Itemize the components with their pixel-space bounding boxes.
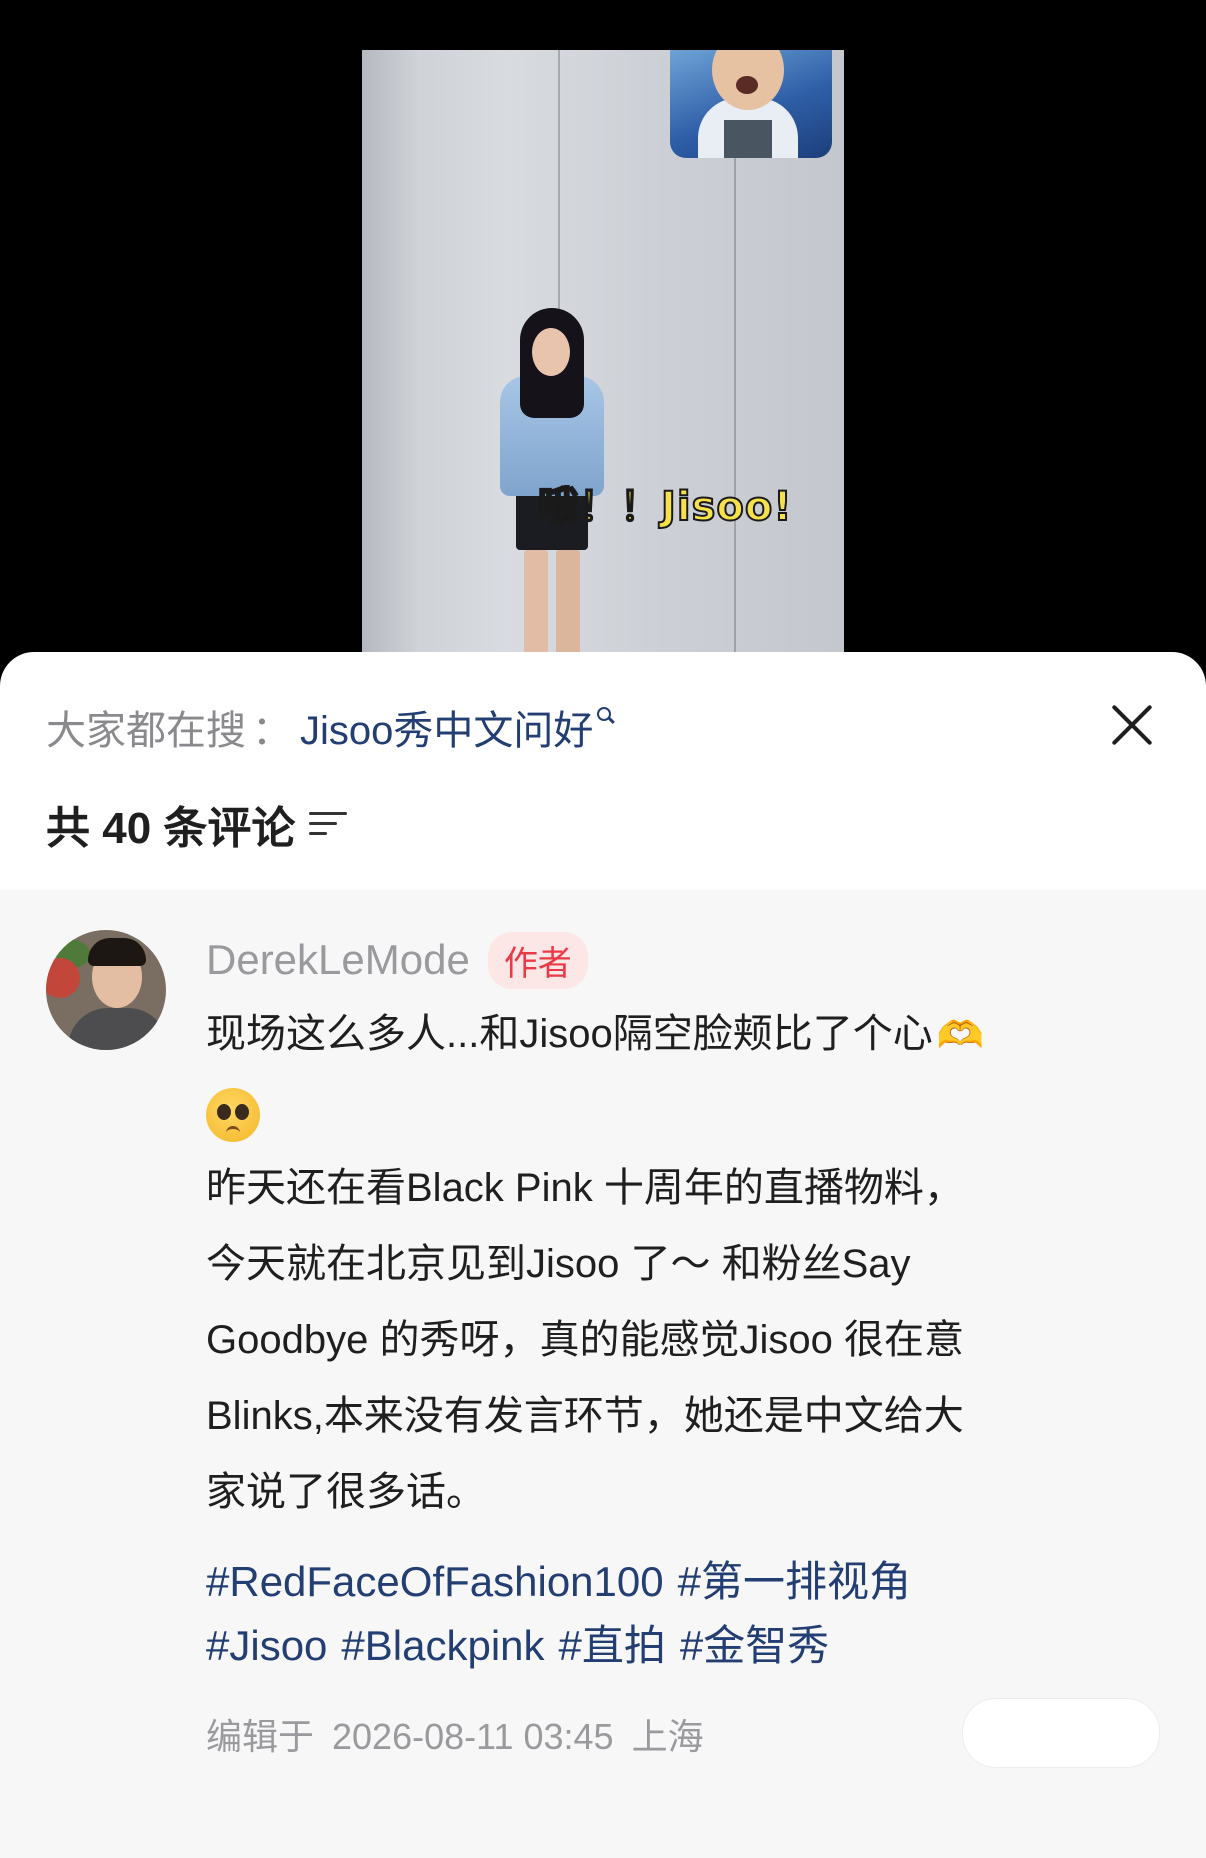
hashtag-link[interactable]: #RedFaceOfFashion100: [206, 1558, 664, 1605]
hashtag-list: #RedFaceOfFashion100 #第一排视角 #Jisoo #Blackp…: [206, 1550, 1156, 1678]
comment-meta: 编辑于 2026-08-11 03:45 上海: [206, 1708, 722, 1760]
hashtag-link[interactable]: #第一排视角: [678, 1558, 911, 1605]
comments-count-label: 共 40 条评论: [46, 804, 296, 853]
author-badge: 作者: [487, 931, 588, 989]
heart-hands-emoji-icon: 🫶: [936, 1015, 985, 1058]
comments-count-header: 共 40 条评论: [46, 792, 349, 856]
video-area[interactable]: 哦！！Jisoo!: [0, 0, 1206, 660]
video-caption: 哦！！Jisoo!: [537, 483, 793, 531]
comment-line: 今天就在北京见到Jisoo 了～ 和粉丝Say: [206, 1242, 911, 1287]
comment-item: DerekLeMode 作者 现场这么多人...和Jisoo隔空脸颊比了个心 🫶 …: [0, 890, 1206, 1858]
edited-label: 编辑于: [206, 1716, 315, 1757]
close-icon[interactable]: [1108, 700, 1156, 748]
comments-sheet: 大家都在搜 ： Jisoo秀中文问好 共 40 条评论 DerekLeMode …: [0, 652, 1206, 1858]
subject-leg: [556, 548, 580, 660]
avatar-hair: [88, 938, 146, 966]
comment-author-row: DerekLeMode 作者: [206, 931, 588, 989]
hashtag-link[interactable]: #Jisoo: [206, 1622, 327, 1669]
subject-face: [532, 328, 570, 376]
trending-search-term[interactable]: Jisoo秀中文问好: [300, 698, 593, 756]
avatar-bg-detail: [46, 958, 80, 998]
edited-time: 2026-08-11 03:45: [332, 1716, 614, 1757]
comment-line: Blinks,本来没有发言环节，她还是中文给大: [206, 1394, 964, 1439]
hashtag-link[interactable]: #金智秀: [680, 1622, 829, 1669]
hashtag-link[interactable]: #直拍: [559, 1622, 666, 1669]
hashtag-link[interactable]: #Blackpink: [341, 1622, 544, 1669]
hashtag-line: #Jisoo #Blackpink #直拍 #金智秀: [206, 1614, 1156, 1678]
trending-search-prefix: 大家都在搜: [46, 709, 246, 753]
pip-mouth: [736, 76, 758, 94]
subject-leg: [524, 548, 548, 660]
comment-text: 现场这么多人...和Jisoo隔空脸颊比了个心 🫶 昨天还在看Black Pink…: [206, 996, 1156, 1530]
comment-action-pill[interactable]: [962, 1698, 1160, 1768]
avatar[interactable]: [46, 930, 166, 1050]
comment-line: 家说了很多话。: [206, 1470, 486, 1515]
wall-left-panel: [362, 50, 422, 660]
video-frame[interactable]: 哦！！Jisoo!: [362, 50, 844, 660]
pleading-face-emoji-icon: [206, 1087, 260, 1142]
pip-inset-video: [670, 50, 832, 158]
comment-line: 现场这么多人...和Jisoo隔空脸颊比了个心 🫶: [206, 996, 1156, 1074]
hashtag-line: #RedFaceOfFashion100 #第一排视角: [206, 1550, 1156, 1614]
comment-author-name[interactable]: DerekLeMode: [206, 936, 470, 984]
comment-line: 昨天还在看Black Pink 十周年的直播物料，: [206, 1166, 964, 1211]
trending-search-colon: ：: [252, 709, 292, 753]
location: 上海: [631, 1716, 704, 1757]
search-icon: [597, 707, 616, 724]
avatar-body: [68, 1008, 166, 1050]
comment-line: Goodbye 的秀呀，真的能感觉Jisoo 很在意: [206, 1318, 964, 1363]
pip-shirt: [724, 120, 772, 158]
sort-icon[interactable]: [309, 806, 349, 842]
comment-line: [206, 1074, 1156, 1150]
trending-search[interactable]: 大家都在搜 ： Jisoo秀中文问好: [46, 698, 616, 756]
